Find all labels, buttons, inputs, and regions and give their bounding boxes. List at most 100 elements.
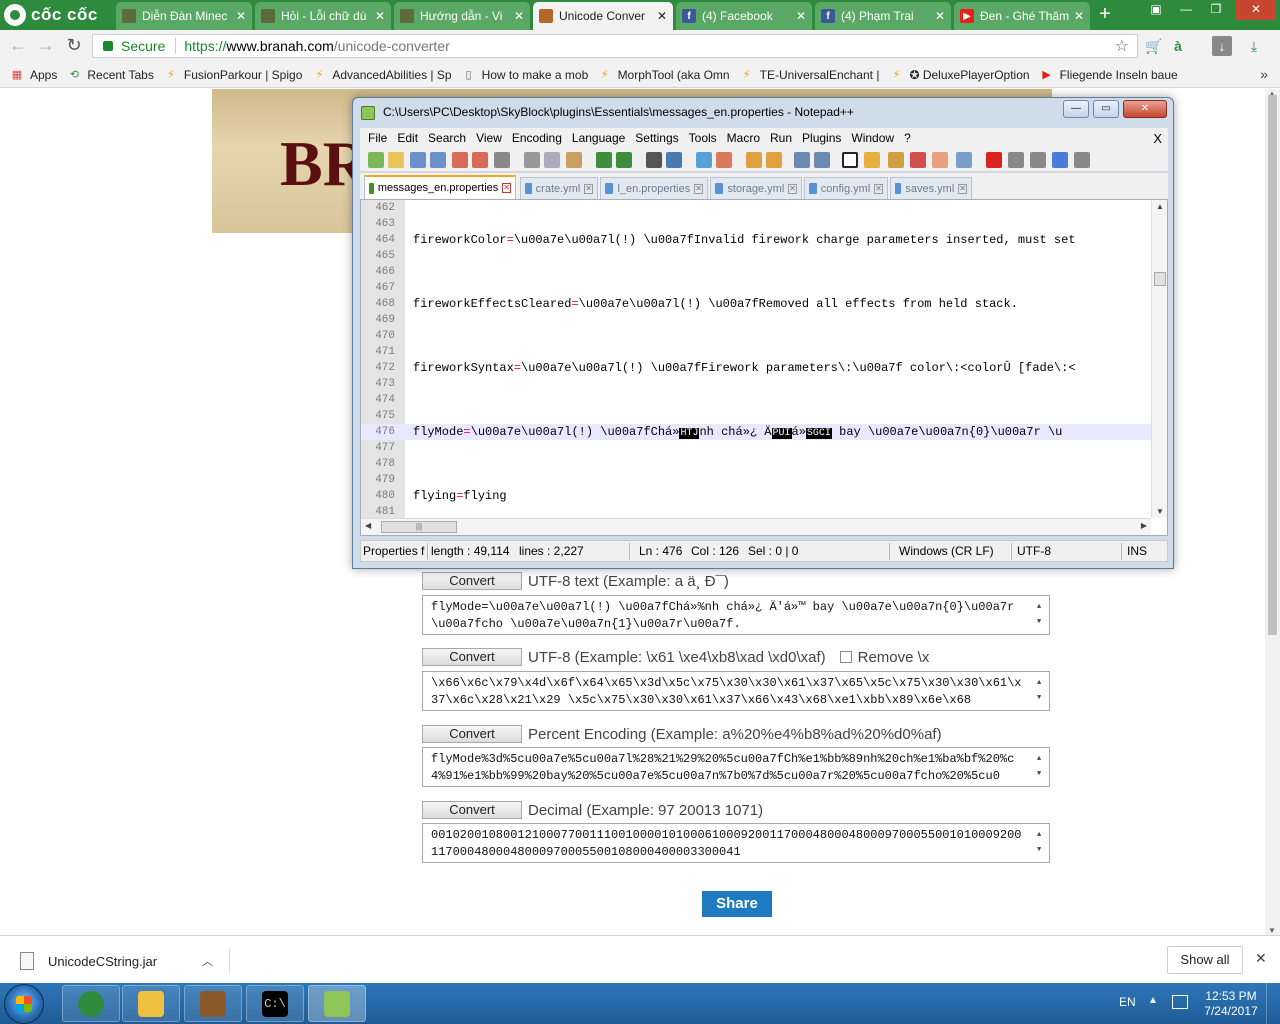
bookmark-recent-tabs[interactable]: ⟲ Recent Tabs [67,68,154,82]
file-tab-storage[interactable]: storage.yml ✕ [710,177,802,199]
zoom-out-icon[interactable] [716,152,732,168]
close-all-icon[interactable] [472,152,488,168]
page-scrollbar[interactable]: ▲ ▼ [1265,89,1280,935]
menu-view[interactable]: View [476,131,502,145]
save-macro-icon[interactable] [1074,152,1090,168]
paste-icon[interactable] [566,152,582,168]
undo-icon[interactable] [596,152,612,168]
file-tab-l-en[interactable]: l_en.properties ✕ [600,177,708,199]
taskbar-notepadpp[interactable] [308,985,366,1022]
menu-run[interactable]: Run [770,131,792,145]
editor-vertical-scrollbar[interactable]: ▲ ▼ [1151,200,1167,518]
taskbar-cmd[interactable]: C:\ [246,985,304,1022]
copy-icon[interactable] [544,152,560,168]
replace-icon[interactable] [666,152,682,168]
close-icon[interactable]: ✕ [935,9,945,23]
folder-workspace-icon[interactable] [932,152,948,168]
textarea-scrollbar[interactable]: ▲ ▼ [1034,673,1048,709]
bookmark-morphtool[interactable]: ⚡ MorphTool (aka Omn [598,68,730,82]
restore-button[interactable]: ❐ [1202,0,1230,20]
save-all-icon[interactable] [430,152,446,168]
new-file-icon[interactable] [368,152,384,168]
system-clock[interactable]: 12:53 PM 7/24/2017 [1200,989,1262,1019]
minimize-button[interactable]: — [1063,100,1089,118]
convert-utf8-text-button[interactable]: Convert [422,572,522,590]
doc-map-icon[interactable] [888,152,904,168]
download-arrow-icon[interactable]: ↓ [1212,36,1232,56]
sync-vertical-icon[interactable] [746,152,762,168]
stop-macro-icon[interactable] [1008,152,1024,168]
print-icon[interactable] [494,152,510,168]
menu-file[interactable]: File [368,131,387,145]
close-icon[interactable]: ✕ [657,9,667,23]
scroll-down-icon[interactable]: ▼ [1156,507,1164,516]
bookmark-advancedabilities[interactable]: ⚡ AdvancedAbilities | Sp [312,68,452,82]
close-tab-icon[interactable]: ✕ [874,183,883,194]
menu-window[interactable]: Window [851,131,894,145]
file-tab-saves[interactable]: saves.yml ✕ [890,177,972,199]
editor-line[interactable]: 467 [361,280,1151,296]
tab-huong-dan[interactable]: Hướng dẫn - Vi ✕ [394,2,530,30]
monitoring-icon[interactable] [956,152,972,168]
indent-guide-icon[interactable] [842,152,858,168]
scroll-up-icon[interactable]: ▲ [1156,202,1164,211]
reload-button[interactable]: ↻ [64,36,84,56]
scroll-left-icon[interactable]: ◀ [365,521,371,530]
menu-edit[interactable]: Edit [397,131,418,145]
save-download-icon[interactable]: ⤓ [1244,36,1264,56]
maximize-button[interactable]: ▭ [1093,100,1119,118]
editor-line[interactable]: 470 [361,328,1151,344]
download-item[interactable]: UnicodeCString.jar ︿ [20,948,230,974]
editor-line[interactable]: 468 fireworkEffectsCleared=\u00a7e\u00a7l… [361,296,1151,312]
file-tab-messages-en[interactable]: messages_en.properties ✕ [364,175,516,199]
vietnamese-input-icon[interactable]: à [1168,36,1188,56]
bookmark-how-to-make-mob[interactable]: ▯ How to make a mob s [462,68,588,82]
menu-macro[interactable]: Macro [727,131,760,145]
editor-line[interactable]: 479 [361,472,1151,488]
editor-scroll-thumb[interactable] [1154,272,1166,286]
close-icon[interactable]: ✕ [1074,9,1084,23]
utf8-text-field[interactable]: flyMode=\u00a7e\u00a7l(!) \u00a7fChá»%nh… [422,595,1050,635]
scroll-down-icon[interactable]: ▼ [1268,926,1276,935]
show-all-chars-icon[interactable] [814,152,830,168]
scroll-right-icon[interactable]: ▶ [1141,521,1147,530]
taskbar-explorer[interactable] [122,985,180,1022]
back-button[interactable]: ← [8,36,28,56]
editor-line[interactable]: 478 [361,456,1151,472]
record-macro-icon[interactable] [986,152,1002,168]
convert-percent-button[interactable]: Convert [422,725,522,743]
menu-tools[interactable]: Tools [689,131,717,145]
editor-hscroll-thumb[interactable]: ||| [381,521,457,533]
tab-den[interactable]: ▶ Đen - Ghé Thăm ✕ [954,2,1090,30]
start-button[interactable] [4,984,44,1024]
textarea-scrollbar[interactable]: ▲ ▼ [1034,825,1048,861]
convert-utf8-button[interactable]: Convert [422,648,522,666]
chevron-up-icon[interactable]: ▲ [1148,995,1158,1006]
tab-dien-dan[interactable]: Diễn Đàn Minec ✕ [116,2,252,30]
close-window-button[interactable]: ✕ [1236,0,1276,20]
close-icon[interactable]: ✕ [514,9,524,23]
close-tab-icon[interactable]: ✕ [584,183,593,194]
editor-line[interactable]: 474 [361,392,1151,408]
menu-help[interactable]: ? [904,131,911,145]
close-icon[interactable]: ✕ [796,9,806,23]
more-bookmarks-icon[interactable]: » [1260,66,1268,82]
minimize-button[interactable]: — [1172,0,1200,20]
editor-line[interactable]: 463 [361,216,1151,232]
bookmark-star-icon[interactable]: ☆ [1115,36,1129,56]
share-button[interactable]: Share [702,891,772,917]
editor-line[interactable]: 464 fireworkColor=\u00a7e\u00a7l(!) \u00a… [361,232,1151,248]
forward-button[interactable]: → [36,36,56,56]
bookmark-te-universalenchant[interactable]: ⚡ TE-UniversalEnchant | [740,68,880,82]
menu-plugins[interactable]: Plugins [802,131,841,145]
bookmark-deluxeplayeroption[interactable]: ⚡ ✪ DeluxePlayerOption [889,68,1030,82]
url-bar[interactable]: Secure https://www.branah.com/unicode-co… [92,34,1138,58]
close-file-icon[interactable] [452,152,468,168]
input-language[interactable]: EN [1119,995,1136,1009]
percent-encoding-field[interactable]: flyMode%3d%5cu00a7e%5cu00a7l%28%21%29%20… [422,747,1050,787]
zoom-in-icon[interactable] [696,152,712,168]
menu-encoding[interactable]: Encoding [512,131,562,145]
close-window-button[interactable]: ✕ [1123,100,1167,118]
chevron-up-icon[interactable]: ︿ [202,953,213,969]
editor-line[interactable]: 476 flyMode=\u00a7e\u00a7l(!) \u00a7fChá»… [361,424,1151,440]
